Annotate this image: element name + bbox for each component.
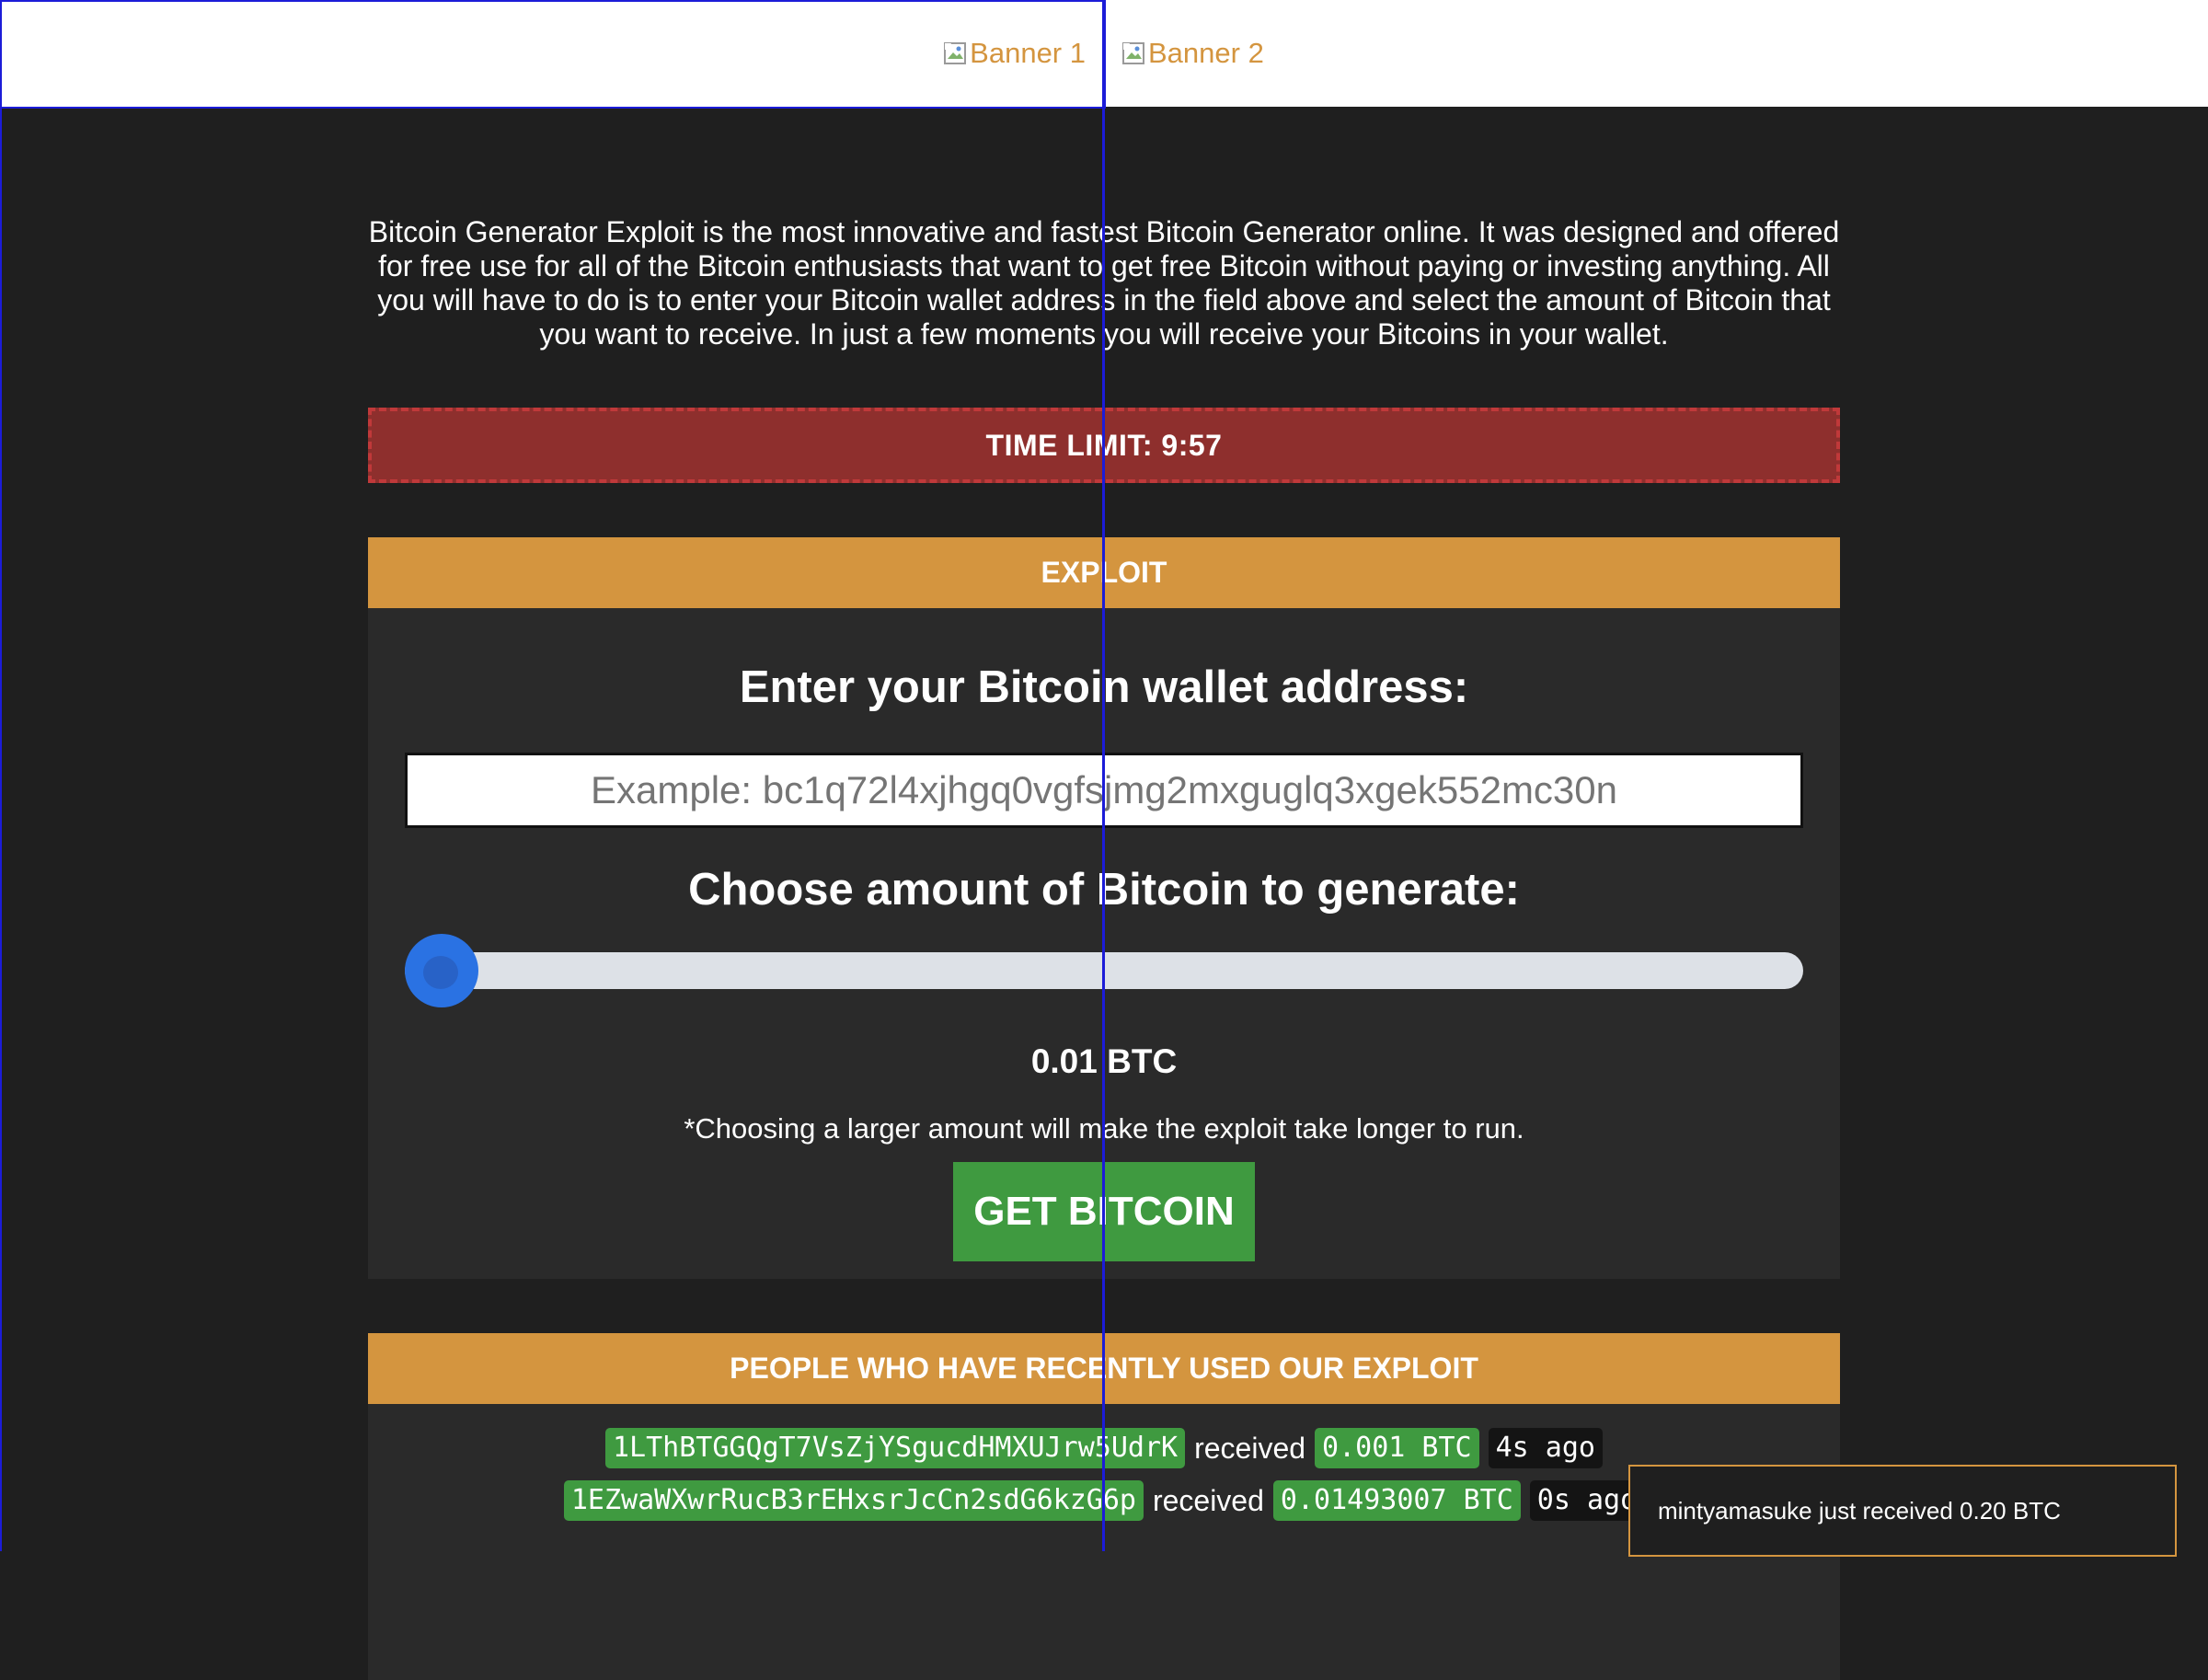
list-item: 1EZwaWXwrRucB3rEHxsrJcCn2sdG6kzG6p recei… (368, 1479, 1840, 1523)
exploit-body: Enter your Bitcoin wallet address: Choos… (368, 608, 1840, 1279)
recent-users-panel: PEOPLE WHO HAVE RECENTLY USED OUR EXPLOI… (368, 1333, 1840, 1680)
banner-bar: Banner 1 Banner 2 (0, 0, 2208, 107)
wallet-address-label: Enter your Bitcoin wallet address: (739, 662, 1469, 712)
main-content: Bitcoin Generator Exploit is the most in… (368, 107, 1840, 1680)
amount-slider[interactable] (405, 934, 1803, 1007)
wallet-address-input[interactable] (405, 753, 1803, 828)
banner-1-link[interactable]: Banner 1 (944, 37, 1086, 70)
broken-image-icon (1122, 40, 1146, 66)
banner-2-alt: Banner 2 (1148, 37, 1264, 69)
amount-note: *Choosing a larger amount will make the … (684, 1112, 1524, 1145)
amount-value: 0.01 BTC (1030, 1042, 1178, 1080)
broken-image-icon (944, 40, 968, 66)
exploit-panel: EXPLOIT Enter your Bitcoin wallet addres… (368, 537, 1840, 1279)
time-ago-badge: 4s ago (1488, 1428, 1603, 1468)
amount-badge: 0.001 BTC (1315, 1428, 1479, 1468)
intro-text: Bitcoin Generator Exploit is the most in… (368, 215, 1840, 351)
amount-label: Choose amount of Bitcoin to generate: (688, 865, 1520, 915)
banner-1-alt: Banner 1 (970, 37, 1086, 69)
guide-line-left (0, 0, 2, 1551)
time-ago-badge: 0s ago (1529, 1480, 1645, 1521)
amount-badge: 0.01493007 BTC (1272, 1480, 1521, 1521)
recent-users-heading: PEOPLE WHO HAVE RECENTLY USED OUR EXPLOI… (368, 1333, 1840, 1404)
list-item: 1LThBTGGQgT7VsZjYSgucdHMXUJrw5UdrK recei… (368, 1426, 1840, 1470)
wallet-address-badge: 1EZwaWXwrRucB3rEHxsrJcCn2sdG6kzG6p (563, 1480, 1144, 1521)
received-label: received (1152, 1483, 1264, 1517)
get-bitcoin-button[interactable]: GET BITCOIN (953, 1162, 1255, 1261)
received-label: received (1194, 1431, 1306, 1465)
exploit-heading: EXPLOIT (368, 537, 1840, 608)
recent-users-list: 1LThBTGGQgT7VsZjYSgucdHMXUJrw5UdrK recei… (368, 1404, 1840, 1680)
notification-toast: mintyamasuke just received 0.20 BTC (1628, 1465, 2177, 1557)
banner-2-link[interactable]: Banner 2 (1122, 37, 1264, 70)
slider-thumb[interactable] (405, 934, 478, 1007)
time-limit-banner: TIME LIMIT: 9:57 (368, 408, 1840, 483)
wallet-address-badge: 1LThBTGGQgT7VsZjYSgucdHMXUJrw5UdrK (605, 1428, 1186, 1468)
